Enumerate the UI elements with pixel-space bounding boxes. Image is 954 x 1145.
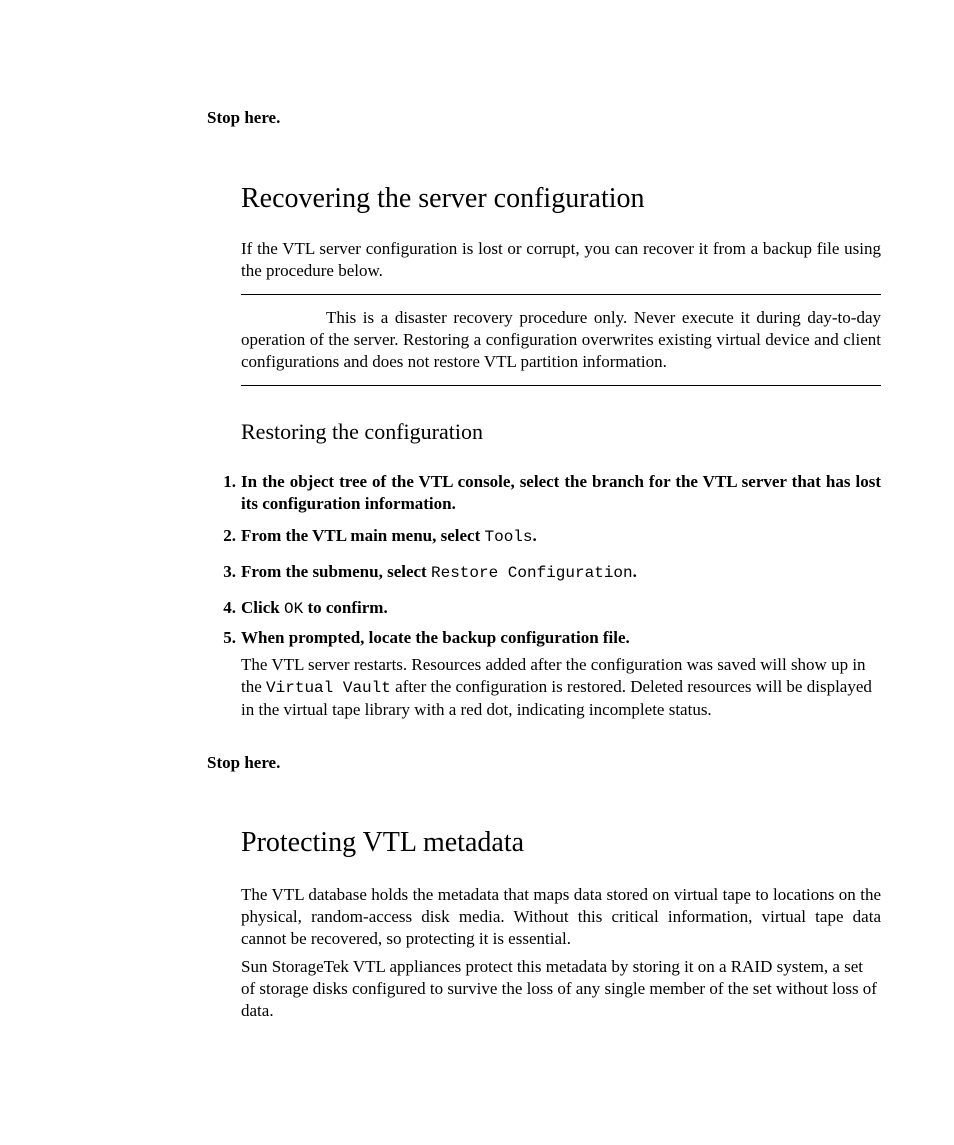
- stop-here-1: Stop here.: [207, 108, 280, 128]
- step-4-lead: Click: [241, 598, 284, 617]
- step-2-tail: .: [533, 526, 537, 545]
- step-3-number: 3.: [218, 561, 236, 583]
- step-1-text: In the object tree of the VTL console, s…: [241, 471, 881, 515]
- step-3-code: Restore Configuration: [431, 564, 633, 582]
- intro-paragraph: If the VTL server configuration is lost …: [241, 238, 881, 282]
- heading-recovering: Recovering the server configuration: [241, 183, 645, 215]
- caution-note: This is a disaster recovery procedure on…: [241, 294, 881, 386]
- document-page: Stop here. Recovering the server configu…: [0, 0, 954, 1145]
- heading-protecting: Protecting VTL metadata: [241, 827, 524, 859]
- step-4-tail: to confirm.: [303, 598, 388, 617]
- step-5-para-code: Virtual Vault: [266, 679, 391, 697]
- step-2-text: From the VTL main menu, select Tools.: [241, 525, 881, 548]
- metadata-paragraph-2: Sun StorageTek VTL appliances protect th…: [241, 956, 881, 1022]
- caution-text: This is a disaster recovery procedure on…: [241, 307, 881, 373]
- step-2-lead: From the VTL main menu, select: [241, 526, 485, 545]
- step-2-number: 2.: [218, 525, 236, 547]
- step-5-text: When prompted, locate the backup configu…: [241, 627, 881, 649]
- step-3-text: From the submenu, select Restore Configu…: [241, 561, 881, 584]
- step-4-number: 4.: [218, 597, 236, 619]
- subheading-restoring: Restoring the configuration: [241, 419, 483, 445]
- step-5-number: 5.: [218, 627, 236, 649]
- step-5-paragraph: The VTL server restarts. Resources added…: [241, 654, 877, 721]
- step-4-code: OK: [284, 600, 303, 618]
- step-2-code: Tools: [485, 528, 533, 546]
- step-3-tail: .: [633, 562, 637, 581]
- stop-here-2: Stop here.: [207, 753, 280, 773]
- metadata-paragraph-1: The VTL database holds the metadata that…: [241, 884, 881, 950]
- step-3-lead: From the submenu, select: [241, 562, 431, 581]
- step-4-text: Click OK to confirm.: [241, 597, 881, 620]
- step-1-number: 1.: [218, 471, 236, 493]
